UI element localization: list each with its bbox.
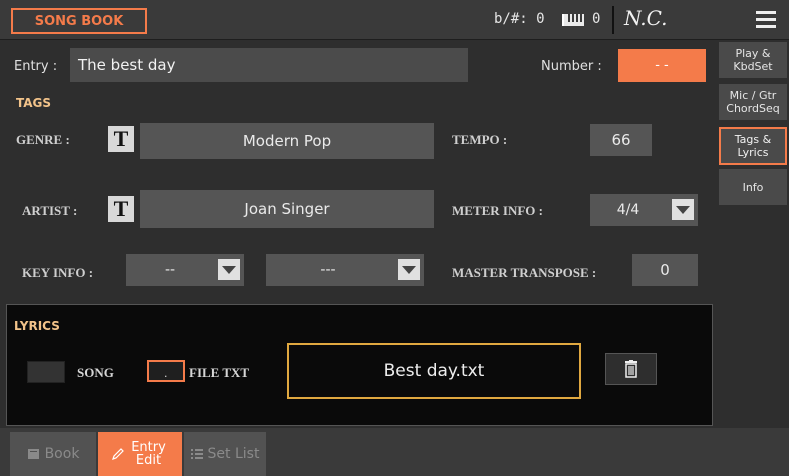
flat-sharp-indicator: b/#: 0 xyxy=(494,11,545,27)
genre-text-edit-button[interactable]: T xyxy=(108,126,134,152)
delete-button[interactable] xyxy=(605,353,657,385)
page-title[interactable]: SONG BOOK xyxy=(11,8,147,34)
key-info-dropdown-2[interactable]: --- xyxy=(266,254,424,286)
chevron-down-icon[interactable] xyxy=(218,259,240,280)
tab-tags-lyrics[interactable]: Tags & Lyrics xyxy=(719,127,787,165)
file-txt-label: FILE TXT xyxy=(189,365,250,380)
number-label: Number : xyxy=(541,59,602,74)
meter-info-label: METER INFO : xyxy=(452,203,543,218)
tab-mic-gtr-chordseq[interactable]: Mic / Gtr ChordSeq xyxy=(719,84,787,120)
artist-text-edit-button[interactable]: T xyxy=(108,196,134,222)
lyrics-section-label: LYRICS xyxy=(14,319,60,333)
song-checkbox[interactable] xyxy=(27,361,65,383)
file-txt-checkbox[interactable] xyxy=(147,360,185,382)
lyrics-panel: LYRICS SONG FILE TXT Best day.txt xyxy=(6,304,713,426)
artist-field[interactable]: Joan Singer xyxy=(140,190,434,228)
key-info-dropdown-1[interactable]: -- xyxy=(126,254,244,286)
tags-panel: TAGS GENRE : T Modern Pop TEMPO : 66 ART… xyxy=(6,90,712,298)
key-info-value-1: -- xyxy=(164,262,176,278)
tempo-label: TEMPO : xyxy=(452,132,508,147)
tab-entry-edit[interactable]: Entry Edit xyxy=(98,432,182,476)
tab-book[interactable]: Book xyxy=(10,432,96,476)
tab-entry-edit-label: Entry Edit xyxy=(131,440,166,468)
chevron-down-icon[interactable] xyxy=(398,259,420,280)
key-info-label: KEY INFO : xyxy=(22,265,94,280)
chord-display: N.C. xyxy=(624,6,668,30)
entry-label: Entry : xyxy=(14,59,58,74)
meter-info-dropdown[interactable]: 4/4 xyxy=(590,194,698,226)
tab-info[interactable]: Info xyxy=(719,169,787,205)
master-transpose-label: MASTER TRANSPOSE : xyxy=(452,265,597,280)
tab-play-kbdset[interactable]: Play & KbdSet xyxy=(719,42,787,78)
meter-info-value: 4/4 xyxy=(616,202,640,218)
genre-field[interactable]: Modern Pop xyxy=(140,123,434,159)
keyboard-value: 0 xyxy=(592,11,601,27)
lyrics-file-field[interactable]: Best day.txt xyxy=(287,343,581,399)
tab-set-list[interactable]: Set List xyxy=(184,432,266,476)
tags-section-label: TAGS xyxy=(16,96,52,110)
key-info-value-2: --- xyxy=(320,262,336,278)
tempo-field[interactable]: 66 xyxy=(590,124,652,156)
number-field[interactable]: - - xyxy=(618,49,706,82)
song-label: SONG xyxy=(77,365,114,380)
menu-icon[interactable] xyxy=(756,11,776,29)
book-icon xyxy=(27,449,39,459)
keyboard-icon xyxy=(562,14,584,26)
tab-set-list-label: Set List xyxy=(207,446,260,462)
list-icon xyxy=(190,449,203,459)
entry-row: Entry : The best day Number : - - xyxy=(0,44,714,88)
genre-label: GENRE : xyxy=(16,132,70,147)
pencil-icon xyxy=(111,448,124,460)
divider xyxy=(612,6,614,34)
tab-book-label: Book xyxy=(44,446,80,462)
entry-name-field[interactable]: The best day xyxy=(70,48,468,82)
trash-icon xyxy=(625,360,637,378)
artist-label: ARTIST : xyxy=(22,203,78,218)
master-transpose-field[interactable]: 0 xyxy=(632,254,698,286)
top-bar: SONG BOOK b/#: 0 0 N.C. xyxy=(0,0,789,40)
chevron-down-icon[interactable] xyxy=(672,199,694,220)
